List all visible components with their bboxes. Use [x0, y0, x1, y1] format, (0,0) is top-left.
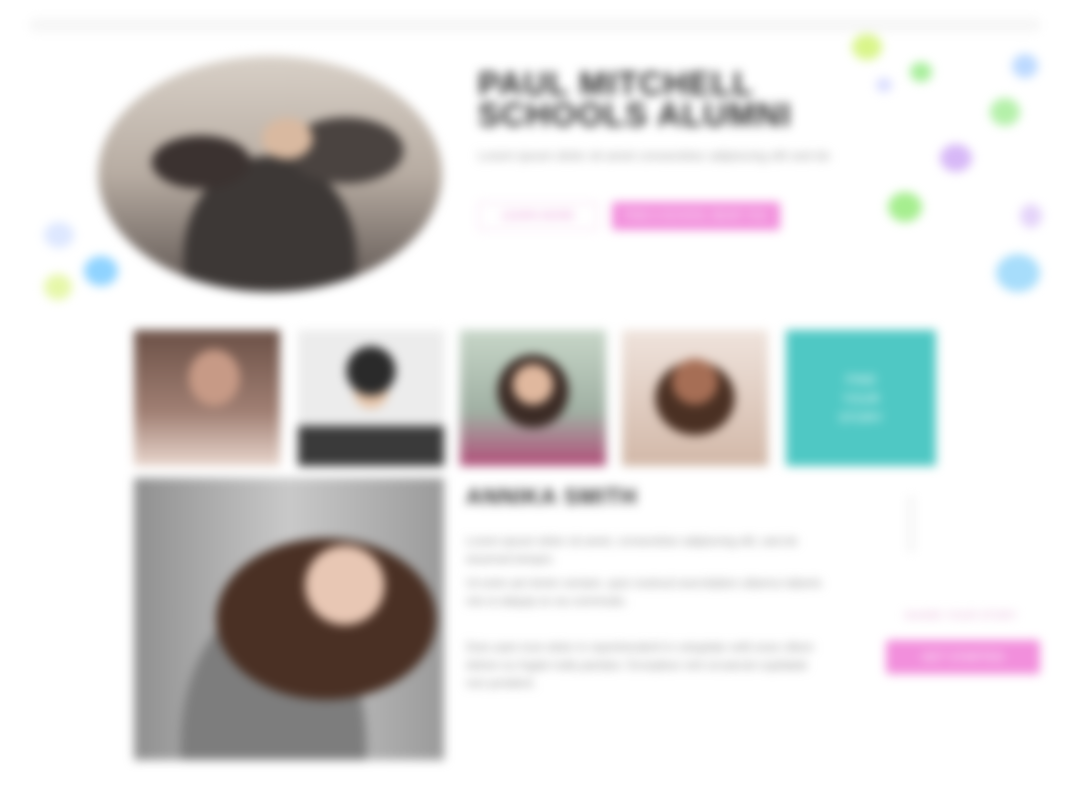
profile-name: ANNIKA SMITH	[466, 484, 638, 509]
find-school-button[interactable]: FIND A SCHOOL NEAR YOU	[612, 202, 780, 230]
confetti-dot	[852, 34, 882, 60]
scroll-indicator	[908, 496, 914, 552]
alumni-photo-tile[interactable]	[298, 330, 444, 466]
profile-paragraph: Ut enim ad minim veniam, quis nostrud ex…	[466, 576, 822, 608]
story-cta-tile[interactable]: FIND YOUR STORY	[786, 330, 936, 466]
story-cta-line: YOUR	[842, 390, 880, 406]
confetti-dot	[84, 256, 118, 286]
alumni-photo-tile[interactable]	[622, 330, 768, 466]
profile-paragraph: Lorem ipsum dolor sit amet, consectetur …	[466, 534, 798, 566]
confetti-dot	[888, 192, 922, 222]
learn-more-button[interactable]: LEARN MORE	[478, 202, 598, 230]
featured-alumni-photo	[134, 478, 444, 760]
hero-subtitle: Lorem ipsum dolor sit amet consectetur a…	[478, 148, 830, 163]
alumni-photo-tile[interactable]	[460, 330, 606, 466]
get-started-button[interactable]: GET STARTED	[886, 640, 1040, 674]
alumni-photo-tile[interactable]	[134, 330, 280, 466]
confetti-dot	[876, 78, 892, 92]
hero-group-photo	[98, 56, 442, 292]
story-cta-line: STORY	[838, 409, 884, 425]
confetti-dot	[1020, 204, 1042, 228]
confetti-dot	[44, 274, 72, 300]
side-label: SHARE YOUR STORY	[904, 610, 1018, 622]
confetti-dot	[940, 144, 972, 172]
profile-paragraph: Duis aute irure dolor in reprehenderit i…	[466, 640, 814, 690]
confetti-dot	[996, 254, 1040, 292]
story-cta-line: FIND	[845, 371, 877, 387]
confetti-dot	[910, 62, 932, 82]
top-navigation-bar	[30, 18, 1040, 32]
confetti-dot	[1012, 54, 1038, 78]
hero-title: PAUL MITCHELL SCHOOLS ALUMNI	[478, 65, 792, 133]
confetti-dot	[44, 222, 74, 248]
confetti-dot	[990, 98, 1020, 126]
